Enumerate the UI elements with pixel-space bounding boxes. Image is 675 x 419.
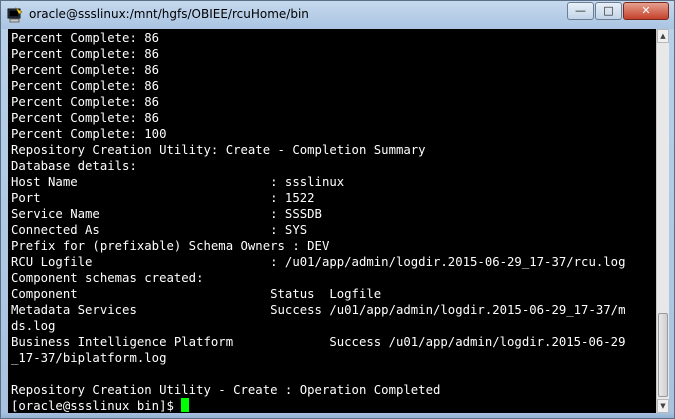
terminal-line: Percent Complete: 86: [11, 31, 160, 45]
putty-terminal-icon: [7, 7, 23, 23]
terminal-line: Port : 1522: [11, 191, 315, 205]
output-lines: Percent Complete: 86 Percent Complete: 8…: [11, 30, 625, 398]
scrollbar-thumb[interactable]: [658, 313, 668, 397]
scroll-up-button[interactable]: ▲: [657, 29, 669, 43]
window-bottom-border: [1, 413, 674, 418]
text-cursor: [181, 398, 190, 412]
window-title: oracle@ssslinux:/mnt/hgfs/OBIEE/rcuHome/…: [29, 7, 309, 21]
terminal-output[interactable]: Percent Complete: 86 Percent Complete: 8…: [8, 29, 656, 413]
terminal-line: Service Name : SSSDB: [11, 207, 322, 221]
terminal-line: ds.log: [11, 319, 56, 333]
terminal-line: Connected As : SYS: [11, 223, 308, 237]
terminal-line: Business Intelligence Platform Success /…: [11, 335, 626, 349]
maximize-icon: □: [603, 4, 614, 17]
terminal-line: Component schemas created:: [11, 271, 204, 285]
prompt-text: [oracle@ssslinux bin]$: [11, 399, 182, 413]
terminal-line: Percent Complete: 86: [11, 111, 160, 125]
arrow-down-icon: ▼: [660, 402, 666, 410]
terminal-line: Prefix for (prefixable) Schema Owners : …: [11, 239, 330, 253]
terminal-line: Percent Complete: 86: [11, 47, 160, 61]
terminal-line: Database details:: [11, 159, 137, 173]
terminal-line: Metadata Services Success /u01/app/admin…: [11, 303, 626, 317]
minimize-icon: —: [575, 4, 586, 17]
terminal-window: oracle@ssslinux:/mnt/hgfs/OBIEE/rcuHome/…: [0, 0, 675, 419]
terminal-line: Percent Complete: 100: [11, 127, 167, 141]
close-icon: ✕: [641, 4, 651, 17]
scroll-down-button[interactable]: ▼: [657, 399, 669, 413]
terminal-line: Host Name : ssslinux: [11, 175, 345, 189]
arrow-up-icon: ▲: [660, 32, 666, 40]
command-prompt[interactable]: [oracle@ssslinux bin]$: [11, 398, 190, 413]
close-button[interactable]: ✕: [623, 2, 669, 20]
terminal-line: Percent Complete: 86: [11, 63, 160, 77]
title-bar[interactable]: oracle@ssslinux:/mnt/hgfs/OBIEE/rcuHome/…: [1, 1, 674, 29]
terminal-line: Percent Complete: 86: [11, 95, 160, 109]
terminal-line: Component Status Logfile: [11, 287, 382, 301]
maximize-button[interactable]: □: [595, 2, 622, 20]
terminal-line: Repository Creation Utility - Create : O…: [11, 383, 441, 397]
terminal-line: _17-37/biplatform.log: [11, 351, 167, 365]
terminal-line: RCU Logfile : /u01/app/admin/logdir.2015…: [11, 255, 626, 269]
minimize-button[interactable]: —: [567, 2, 594, 20]
terminal-line: Percent Complete: 86: [11, 79, 160, 93]
vertical-scrollbar[interactable]: ▲ ▼: [656, 29, 669, 413]
terminal-line: Repository Creation Utility: Create - Co…: [11, 143, 426, 157]
